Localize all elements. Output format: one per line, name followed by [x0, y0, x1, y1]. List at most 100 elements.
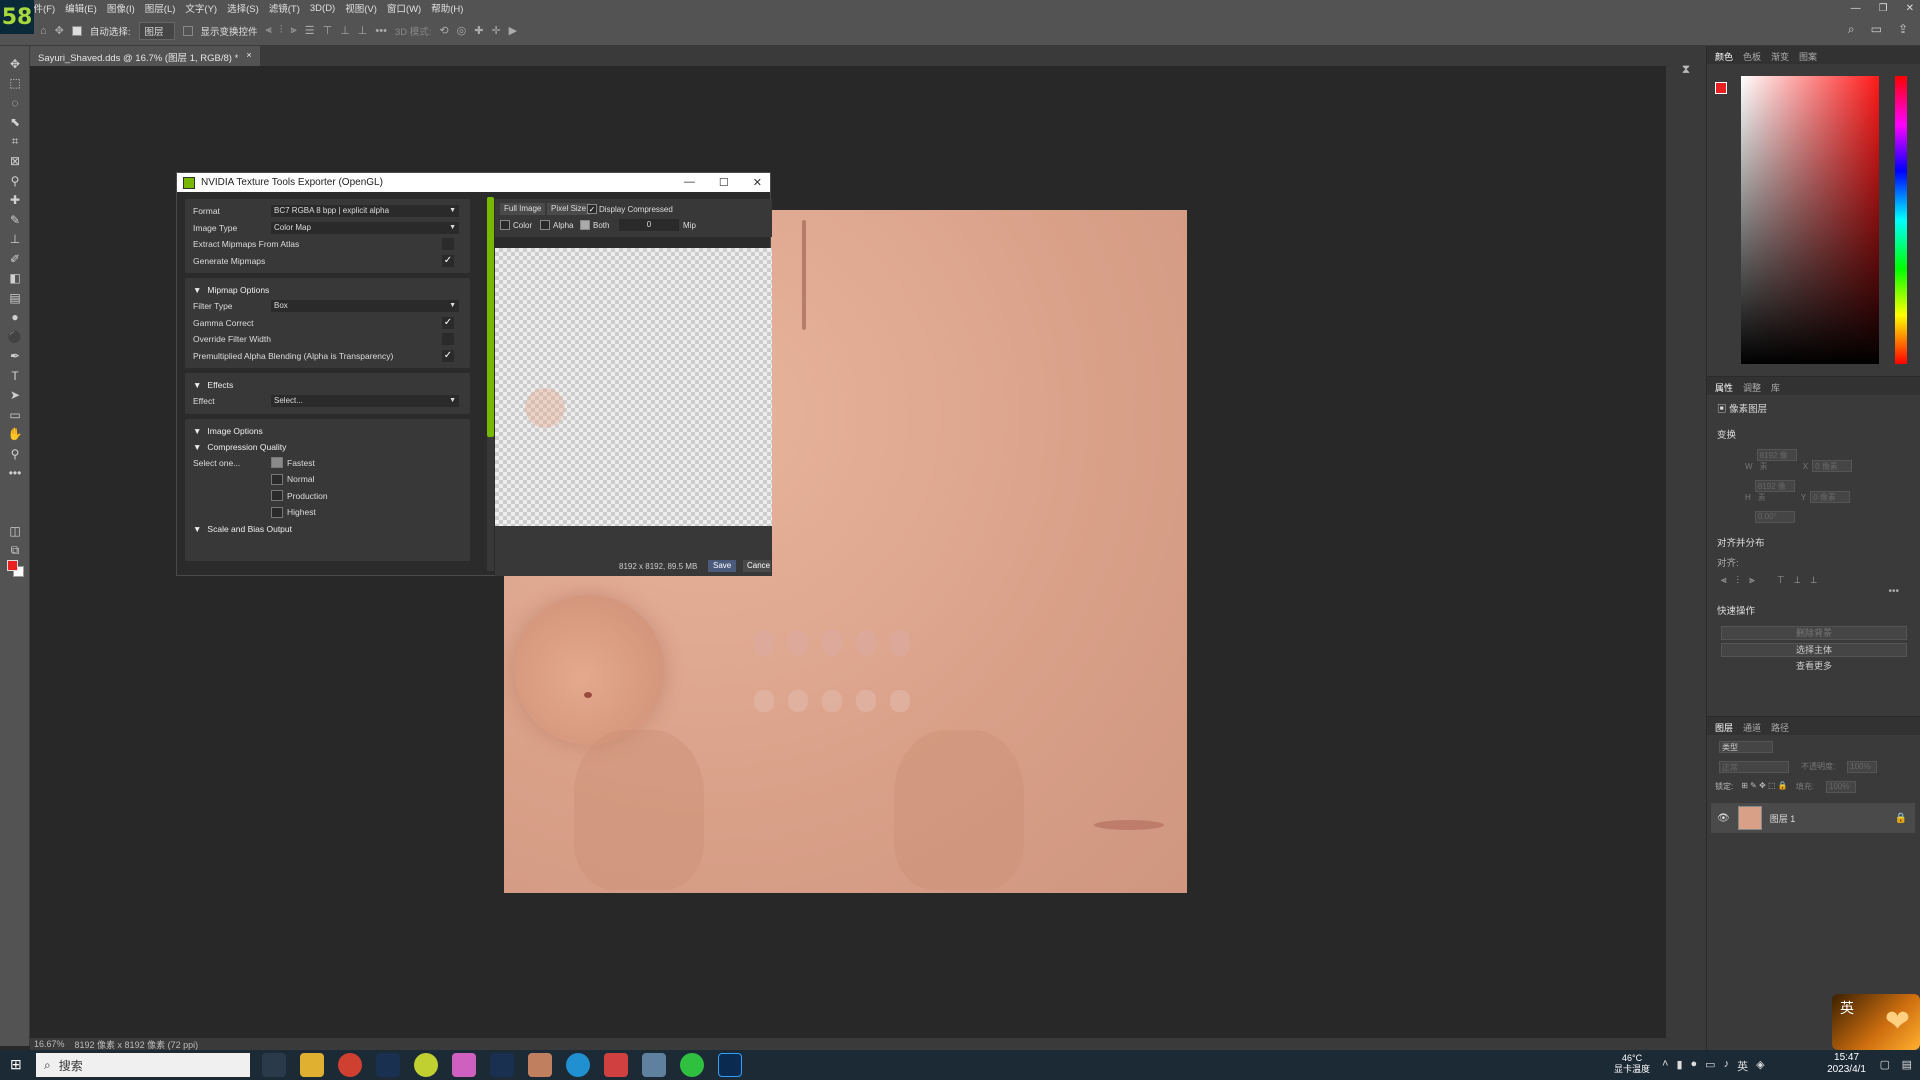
select-subject-button[interactable]: 选择主体: [1721, 643, 1907, 657]
app-icon-3[interactable]: [528, 1053, 552, 1077]
search-icon[interactable]: ⌕: [1848, 22, 1855, 37]
cancel-button[interactable]: Cance: [743, 560, 771, 572]
quick-actions-section[interactable]: 快速操作: [1707, 597, 1920, 623]
quality-fastest-radio[interactable]: [271, 457, 283, 469]
width-field[interactable]: 8192 像素: [1756, 449, 1797, 471]
settings-scrollbar[interactable]: [487, 197, 494, 437]
align-left-icon[interactable]: ⫷: [266, 24, 272, 37]
zoom-tool-icon[interactable]: ⚲: [0, 444, 30, 464]
dialog-maximize-icon[interactable]: ☐: [719, 176, 729, 189]
menu-layer[interactable]: 图层(L): [145, 1, 176, 15]
3d-scale-icon[interactable]: ▶: [509, 24, 517, 37]
blur-icon[interactable]: ●: [0, 308, 30, 328]
tab-color[interactable]: 颜色: [1715, 50, 1733, 62]
type-tool-icon[interactable]: T: [0, 366, 30, 386]
hand-tool-icon[interactable]: ✋: [0, 425, 30, 445]
gamma-correct-checkbox[interactable]: ✓: [442, 316, 454, 329]
hue-slider[interactable]: [1895, 76, 1907, 364]
wechat-icon[interactable]: [680, 1053, 704, 1077]
eyedropper-icon[interactable]: ⚲: [0, 171, 30, 191]
path-select-icon[interactable]: ➤: [0, 386, 30, 406]
image-options-header[interactable]: ▼ Image Options: [193, 423, 462, 439]
menu-select[interactable]: 选择(S): [227, 1, 259, 15]
auto-select-checkbox[interactable]: [71, 25, 82, 36]
volume-icon[interactable]: ♪: [1724, 1058, 1730, 1074]
x-field[interactable]: 0 像素: [1812, 460, 1853, 472]
tab-adjustments[interactable]: 调整: [1743, 381, 1761, 393]
history-icon[interactable]: ⧗: [1666, 62, 1706, 77]
share-icon[interactable]: ⇪: [1898, 22, 1908, 37]
tab-libraries[interactable]: 库: [1771, 381, 1780, 393]
layer-row[interactable]: 👁 图层 1 🔒: [1711, 803, 1915, 833]
extract-mipmaps-checkbox[interactable]: [442, 238, 454, 251]
align-section[interactable]: 对齐并分布: [1707, 529, 1920, 555]
effects-header[interactable]: ▼ Effects: [193, 377, 462, 393]
app-tray-icon[interactable]: ◈: [1756, 1058, 1764, 1074]
show-transform-checkbox[interactable]: [182, 25, 193, 36]
opacity-field[interactable]: 100%: [1847, 761, 1878, 773]
color-channel-checkbox[interactable]: [500, 220, 510, 230]
brush-tool-icon[interactable]: ✎: [0, 210, 30, 230]
3d-pan-icon[interactable]: ✚: [474, 24, 483, 37]
image-type-dropdown[interactable]: Color Map: [271, 221, 459, 234]
zoom-level[interactable]: 16.67%: [34, 1039, 65, 1049]
format-dropdown[interactable]: BC7 RGBA 8 bpp | explicit alpha: [271, 205, 459, 218]
align-bottom-icon[interactable]: ⊥: [358, 24, 368, 37]
full-image-button[interactable]: Full Image: [500, 203, 546, 215]
chrome-icon[interactable]: [338, 1053, 362, 1077]
filter-type-dropdown[interactable]: Box: [271, 300, 459, 313]
layer-name[interactable]: 图层 1: [1770, 812, 1887, 825]
view-more-button[interactable]: 查看更多: [1721, 660, 1907, 674]
align-center-icon[interactable]: ⫶: [280, 24, 283, 37]
eye-icon[interactable]: 👁: [1717, 813, 1730, 824]
wechat-tray-icon[interactable]: ●: [1691, 1058, 1698, 1074]
tab-gradients[interactable]: 渐变: [1771, 50, 1789, 62]
display-compressed-checkbox[interactable]: ✓: [587, 204, 597, 214]
menu-3d[interactable]: 3D(D): [310, 3, 335, 14]
align-more-icon[interactable]: •••: [1707, 586, 1920, 597]
quality-production-radio[interactable]: [271, 490, 283, 502]
blend-mode-dropdown[interactable]: 正常: [1719, 761, 1789, 773]
menu-type[interactable]: 文字(Y): [185, 1, 217, 15]
transform-section[interactable]: 变换: [1707, 421, 1920, 447]
tab-properties[interactable]: 属性: [1715, 381, 1733, 393]
move-tool-icon[interactable]: ✥: [0, 54, 30, 74]
taskbar-clock[interactable]: 15:47 2023/4/1: [1827, 1052, 1866, 1076]
screen-mode-icon[interactable]: ⧉: [0, 541, 30, 561]
crop-tool-icon[interactable]: ⌗: [0, 132, 30, 152]
color-picker-field[interactable]: [1741, 76, 1879, 364]
pixel-size-button[interactable]: Pixel Size: [547, 203, 591, 215]
dialog-close-icon[interactable]: ✕: [753, 176, 762, 189]
healing-brush-icon[interactable]: ✚: [0, 191, 30, 211]
fill-field[interactable]: 100%: [1826, 781, 1856, 793]
color-fg-swatch[interactable]: [1715, 82, 1727, 94]
quality-normal-radio[interactable]: [271, 473, 283, 485]
photoshop-icon[interactable]: [718, 1053, 742, 1077]
3d-slide-icon[interactable]: ✛: [491, 24, 500, 37]
app-icon-4[interactable]: [604, 1053, 628, 1077]
move-tool-icon[interactable]: ✥: [55, 24, 64, 37]
stamp-tool-icon[interactable]: ⊥: [0, 230, 30, 250]
align-right-icon[interactable]: ⫸: [291, 24, 297, 37]
dialog-minimize-icon[interactable]: —: [684, 176, 695, 189]
weather-widget[interactable]: 46°C 显卡温度: [1614, 1053, 1650, 1075]
menu-image[interactable]: 图像(I): [107, 1, 135, 15]
premult-checkbox[interactable]: ✓: [442, 349, 454, 362]
quick-mask-icon[interactable]: ◫: [0, 521, 30, 541]
gradient-icon[interactable]: ▤: [0, 288, 30, 308]
y-field[interactable]: 0 像素: [1810, 491, 1851, 503]
settings-scroll-track[interactable]: [487, 437, 494, 571]
mipmap-options-header[interactable]: ▼ Mipmap Options: [193, 282, 462, 298]
tab-channels[interactable]: 通道: [1743, 721, 1761, 733]
generate-mipmaps-checkbox[interactable]: ✓: [442, 254, 454, 267]
workspace-icon[interactable]: ▭: [1871, 22, 1882, 37]
quality-highest-radio[interactable]: [271, 506, 283, 518]
more-icon[interactable]: •••: [375, 25, 387, 37]
task-view-icon[interactable]: [262, 1053, 286, 1077]
align-top-icon[interactable]: ⊤: [323, 24, 333, 37]
scale-bias-header[interactable]: ▼ Scale and Bias Output: [193, 521, 462, 537]
file-explorer-icon[interactable]: [300, 1053, 324, 1077]
minimize-icon[interactable]: —: [1851, 3, 1861, 14]
menu-edit[interactable]: 编辑(E): [65, 1, 97, 15]
frame-tool-icon[interactable]: ⊠: [0, 152, 30, 172]
